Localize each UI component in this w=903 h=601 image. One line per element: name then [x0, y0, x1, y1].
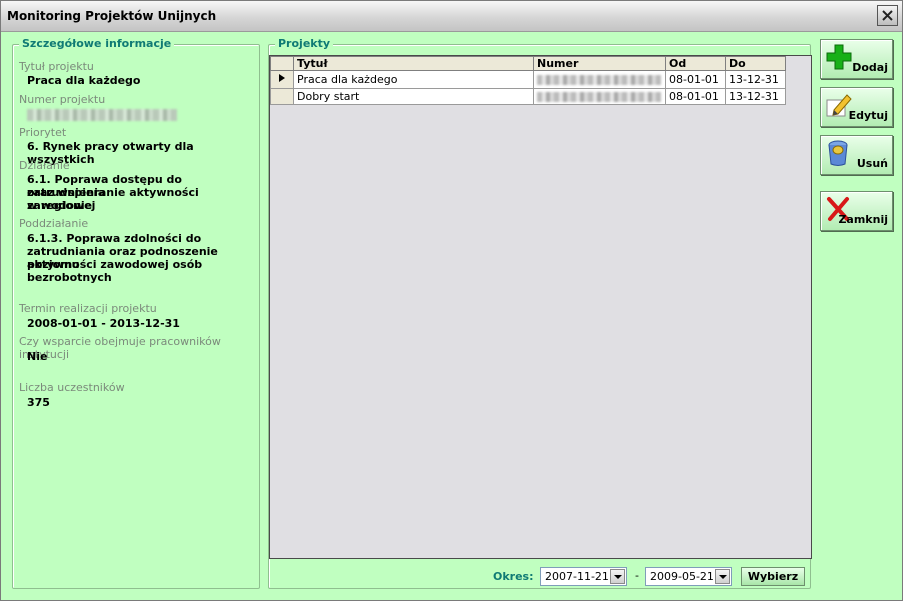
close-button[interactable]: Zamknij: [820, 191, 893, 231]
cell-do[interactable]: 13-12-31: [725, 88, 786, 105]
projects-legend: Projekty: [275, 37, 334, 50]
date-from-value: 2007-11-21: [545, 570, 609, 583]
table-row[interactable]: Praca dla każdego 08-01-01 13-12-31: [270, 70, 786, 89]
row-header-corner: [270, 56, 294, 71]
add-button-label: Dodaj: [852, 61, 888, 74]
current-row-indicator[interactable]: [270, 70, 294, 89]
period-filter: Okres: 2007-11-21 - 2009-05-21 Wybierz: [269, 566, 812, 586]
trash-icon: [828, 140, 848, 166]
column-header-do[interactable]: Do: [725, 56, 786, 71]
edit-button-label: Edytuj: [848, 109, 888, 122]
delete-button-label: Usuń: [856, 157, 888, 170]
column-header-numer[interactable]: Numer: [533, 56, 666, 71]
projects-grid[interactable]: Tytuł Numer Od Do Praca dla każdego 08-0…: [269, 55, 812, 559]
project-number-label: Numer projektu: [19, 93, 106, 106]
term-value: 2008-01-01 - 2013-12-31: [27, 317, 180, 330]
edit-button[interactable]: Edytuj: [820, 87, 893, 127]
subaction-value-line3: aktywności zawodowej osób: [27, 258, 203, 271]
project-title-label: Tytuł projektu: [19, 60, 94, 73]
support-value: Nie: [27, 350, 48, 363]
table-header-row: Tytuł Numer Od Do: [270, 56, 786, 71]
close-button-label: Zamknij: [838, 213, 888, 226]
row-pointer-icon: [279, 74, 285, 82]
cell-tytul[interactable]: Praca dla każdego: [293, 70, 534, 89]
row-indicator[interactable]: [270, 88, 294, 105]
subaction-value-line4: bezrobotnych: [27, 271, 112, 284]
support-label: Czy wsparcie obejmuje pracowników instyt…: [19, 335, 221, 361]
projects-table: Tytuł Numer Od Do Praca dla każdego 08-0…: [270, 56, 786, 105]
add-button[interactable]: Dodaj: [820, 39, 893, 79]
cell-numer-redacted[interactable]: [533, 88, 666, 105]
project-number-value-redacted: [27, 109, 177, 121]
period-label: Okres:: [493, 570, 534, 583]
select-period-button[interactable]: Wybierz: [741, 567, 805, 586]
date-to-dropdown-button[interactable]: [715, 569, 730, 584]
date-to-picker[interactable]: 2009-05-21: [645, 567, 732, 586]
title-bar: Monitoring Projektów Unijnych: [1, 1, 902, 32]
projects-group: Projekty Tytuł Numer Od Do Praca dla każ…: [268, 37, 812, 589]
chevron-down-icon: [719, 575, 727, 579]
plus-icon: [826, 44, 852, 70]
action-label: Działanie: [19, 159, 70, 172]
subaction-label: Poddziałanie: [19, 217, 89, 230]
date-from-dropdown-button[interactable]: [610, 569, 625, 584]
cell-numer-redacted[interactable]: [533, 70, 666, 89]
cell-od[interactable]: 08-01-01: [665, 70, 726, 89]
window-close-button[interactable]: [877, 5, 898, 26]
action-value-line3: w regionie: [27, 199, 93, 212]
date-from-picker[interactable]: 2007-11-21: [540, 567, 627, 586]
chevron-down-icon: [614, 575, 622, 579]
subaction-value-line1: 6.1.3. Poprawa zdolności do: [27, 232, 202, 245]
close-icon: [882, 10, 893, 21]
participants-value: 375: [27, 396, 50, 409]
details-group: Szczegółowe informacje Tytuł projektu Pr…: [12, 37, 260, 589]
window-title: Monitoring Projektów Unijnych: [7, 9, 217, 23]
cell-tytul[interactable]: Dobry start: [293, 88, 534, 105]
cell-od[interactable]: 08-01-01: [665, 88, 726, 105]
delete-button[interactable]: Usuń: [820, 135, 893, 175]
cell-do[interactable]: 13-12-31: [725, 70, 786, 89]
main-window: Monitoring Projektów Unijnych Szczegółow…: [0, 0, 903, 601]
column-header-od[interactable]: Od: [665, 56, 726, 71]
table-row[interactable]: Dobry start 08-01-01 13-12-31: [270, 88, 786, 105]
priority-label: Priorytet: [19, 126, 67, 139]
period-separator: -: [635, 569, 639, 582]
term-label: Termin realizacji projektu: [19, 302, 157, 315]
date-to-value: 2009-05-21: [650, 570, 714, 583]
project-title-value: Praca dla każdego: [27, 74, 141, 87]
column-header-tytul[interactable]: Tytuł: [293, 56, 534, 71]
participants-label: Liczba uczestników: [19, 381, 125, 394]
details-legend: Szczegółowe informacje: [19, 37, 175, 50]
